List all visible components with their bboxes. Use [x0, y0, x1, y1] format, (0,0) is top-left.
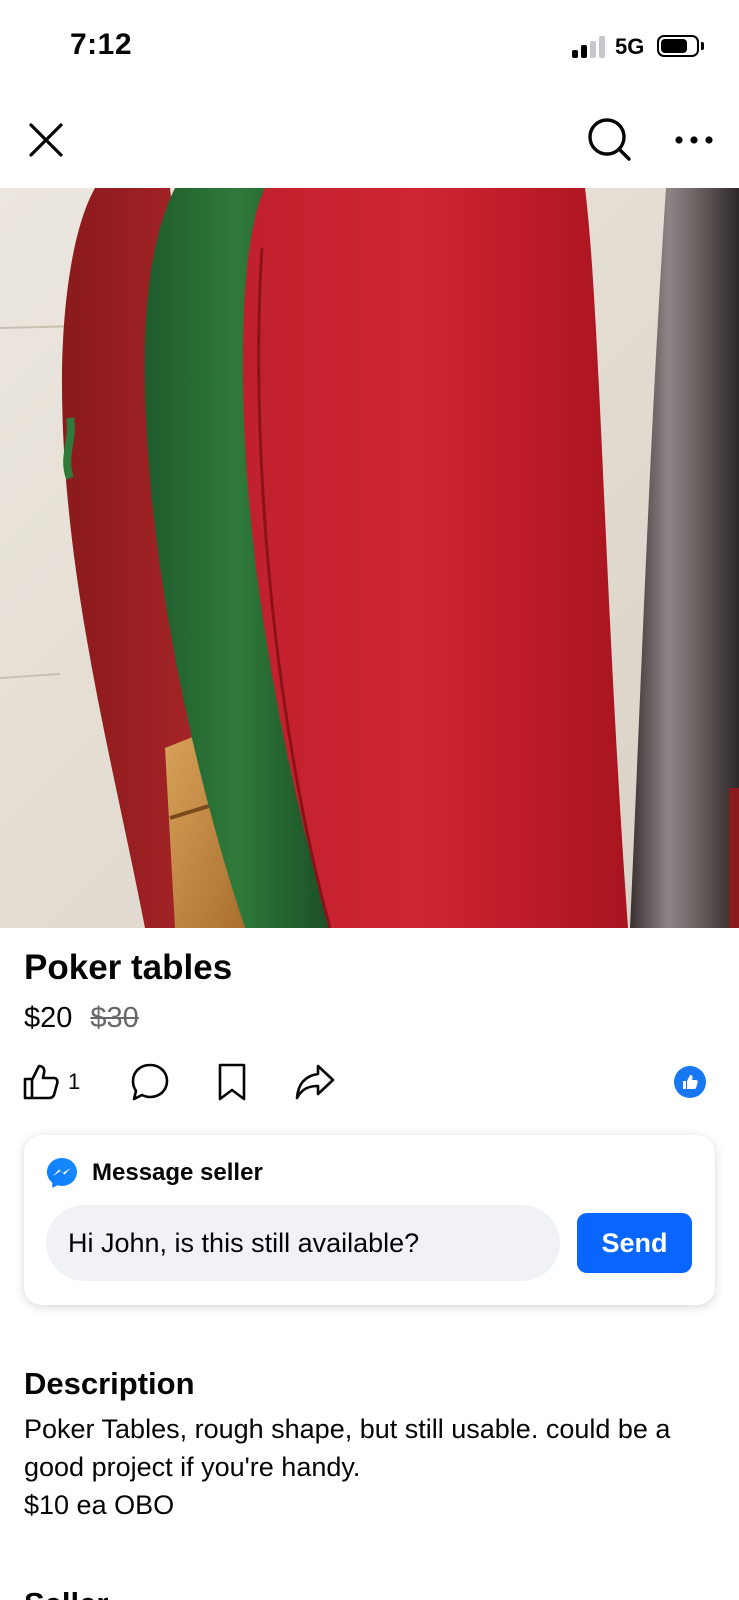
- action-bar: 1: [0, 1058, 739, 1106]
- battery-tip: [701, 42, 704, 50]
- search-icon: [588, 118, 631, 161]
- message-input[interactable]: [46, 1205, 560, 1281]
- signal-strength-icon: [572, 36, 606, 58]
- seller-heading: Seller: [24, 1586, 108, 1600]
- like-reaction-icon: [674, 1066, 706, 1098]
- original-price: $30: [90, 1002, 139, 1034]
- send-button[interactable]: Send: [577, 1213, 692, 1273]
- battery-icon: [657, 35, 699, 57]
- status-time: 7:12: [70, 28, 133, 61]
- more-horizontal-icon: [675, 136, 713, 144]
- like-button[interactable]: 1: [22, 1062, 80, 1102]
- bookmark-icon: [218, 1063, 246, 1101]
- top-nav: [0, 92, 739, 188]
- listing-photo[interactable]: [0, 188, 739, 928]
- network-type: 5G: [615, 34, 645, 59]
- messenger-icon: [47, 1158, 77, 1188]
- close-button[interactable]: [18, 112, 74, 168]
- save-button[interactable]: [216, 1062, 248, 1102]
- close-icon: [29, 123, 63, 157]
- search-button[interactable]: [582, 112, 638, 168]
- current-price: $20: [24, 1002, 73, 1034]
- comment-icon: [131, 1063, 169, 1101]
- poker-table-tops-photo: [0, 188, 739, 928]
- comment-button[interactable]: [130, 1062, 170, 1102]
- listing-title: Poker tables: [24, 948, 233, 987]
- message-seller-header: Message seller: [46, 1157, 263, 1189]
- description-heading: Description: [24, 1366, 195, 1401]
- share-button[interactable]: [294, 1062, 336, 1102]
- share-icon: [295, 1064, 335, 1100]
- message-seller-card: Message seller Send: [24, 1135, 715, 1305]
- thumbs-up-icon: [23, 1064, 59, 1100]
- message-seller-label: Message seller: [92, 1159, 263, 1186]
- price-row: $20 $30: [24, 1002, 139, 1035]
- status-bar: 7:12 5G: [0, 0, 739, 92]
- like-count: 1: [68, 1069, 81, 1094]
- more-options-button[interactable]: [666, 112, 722, 168]
- description-text: Poker Tables, rough shape, but still usa…: [24, 1414, 671, 1520]
